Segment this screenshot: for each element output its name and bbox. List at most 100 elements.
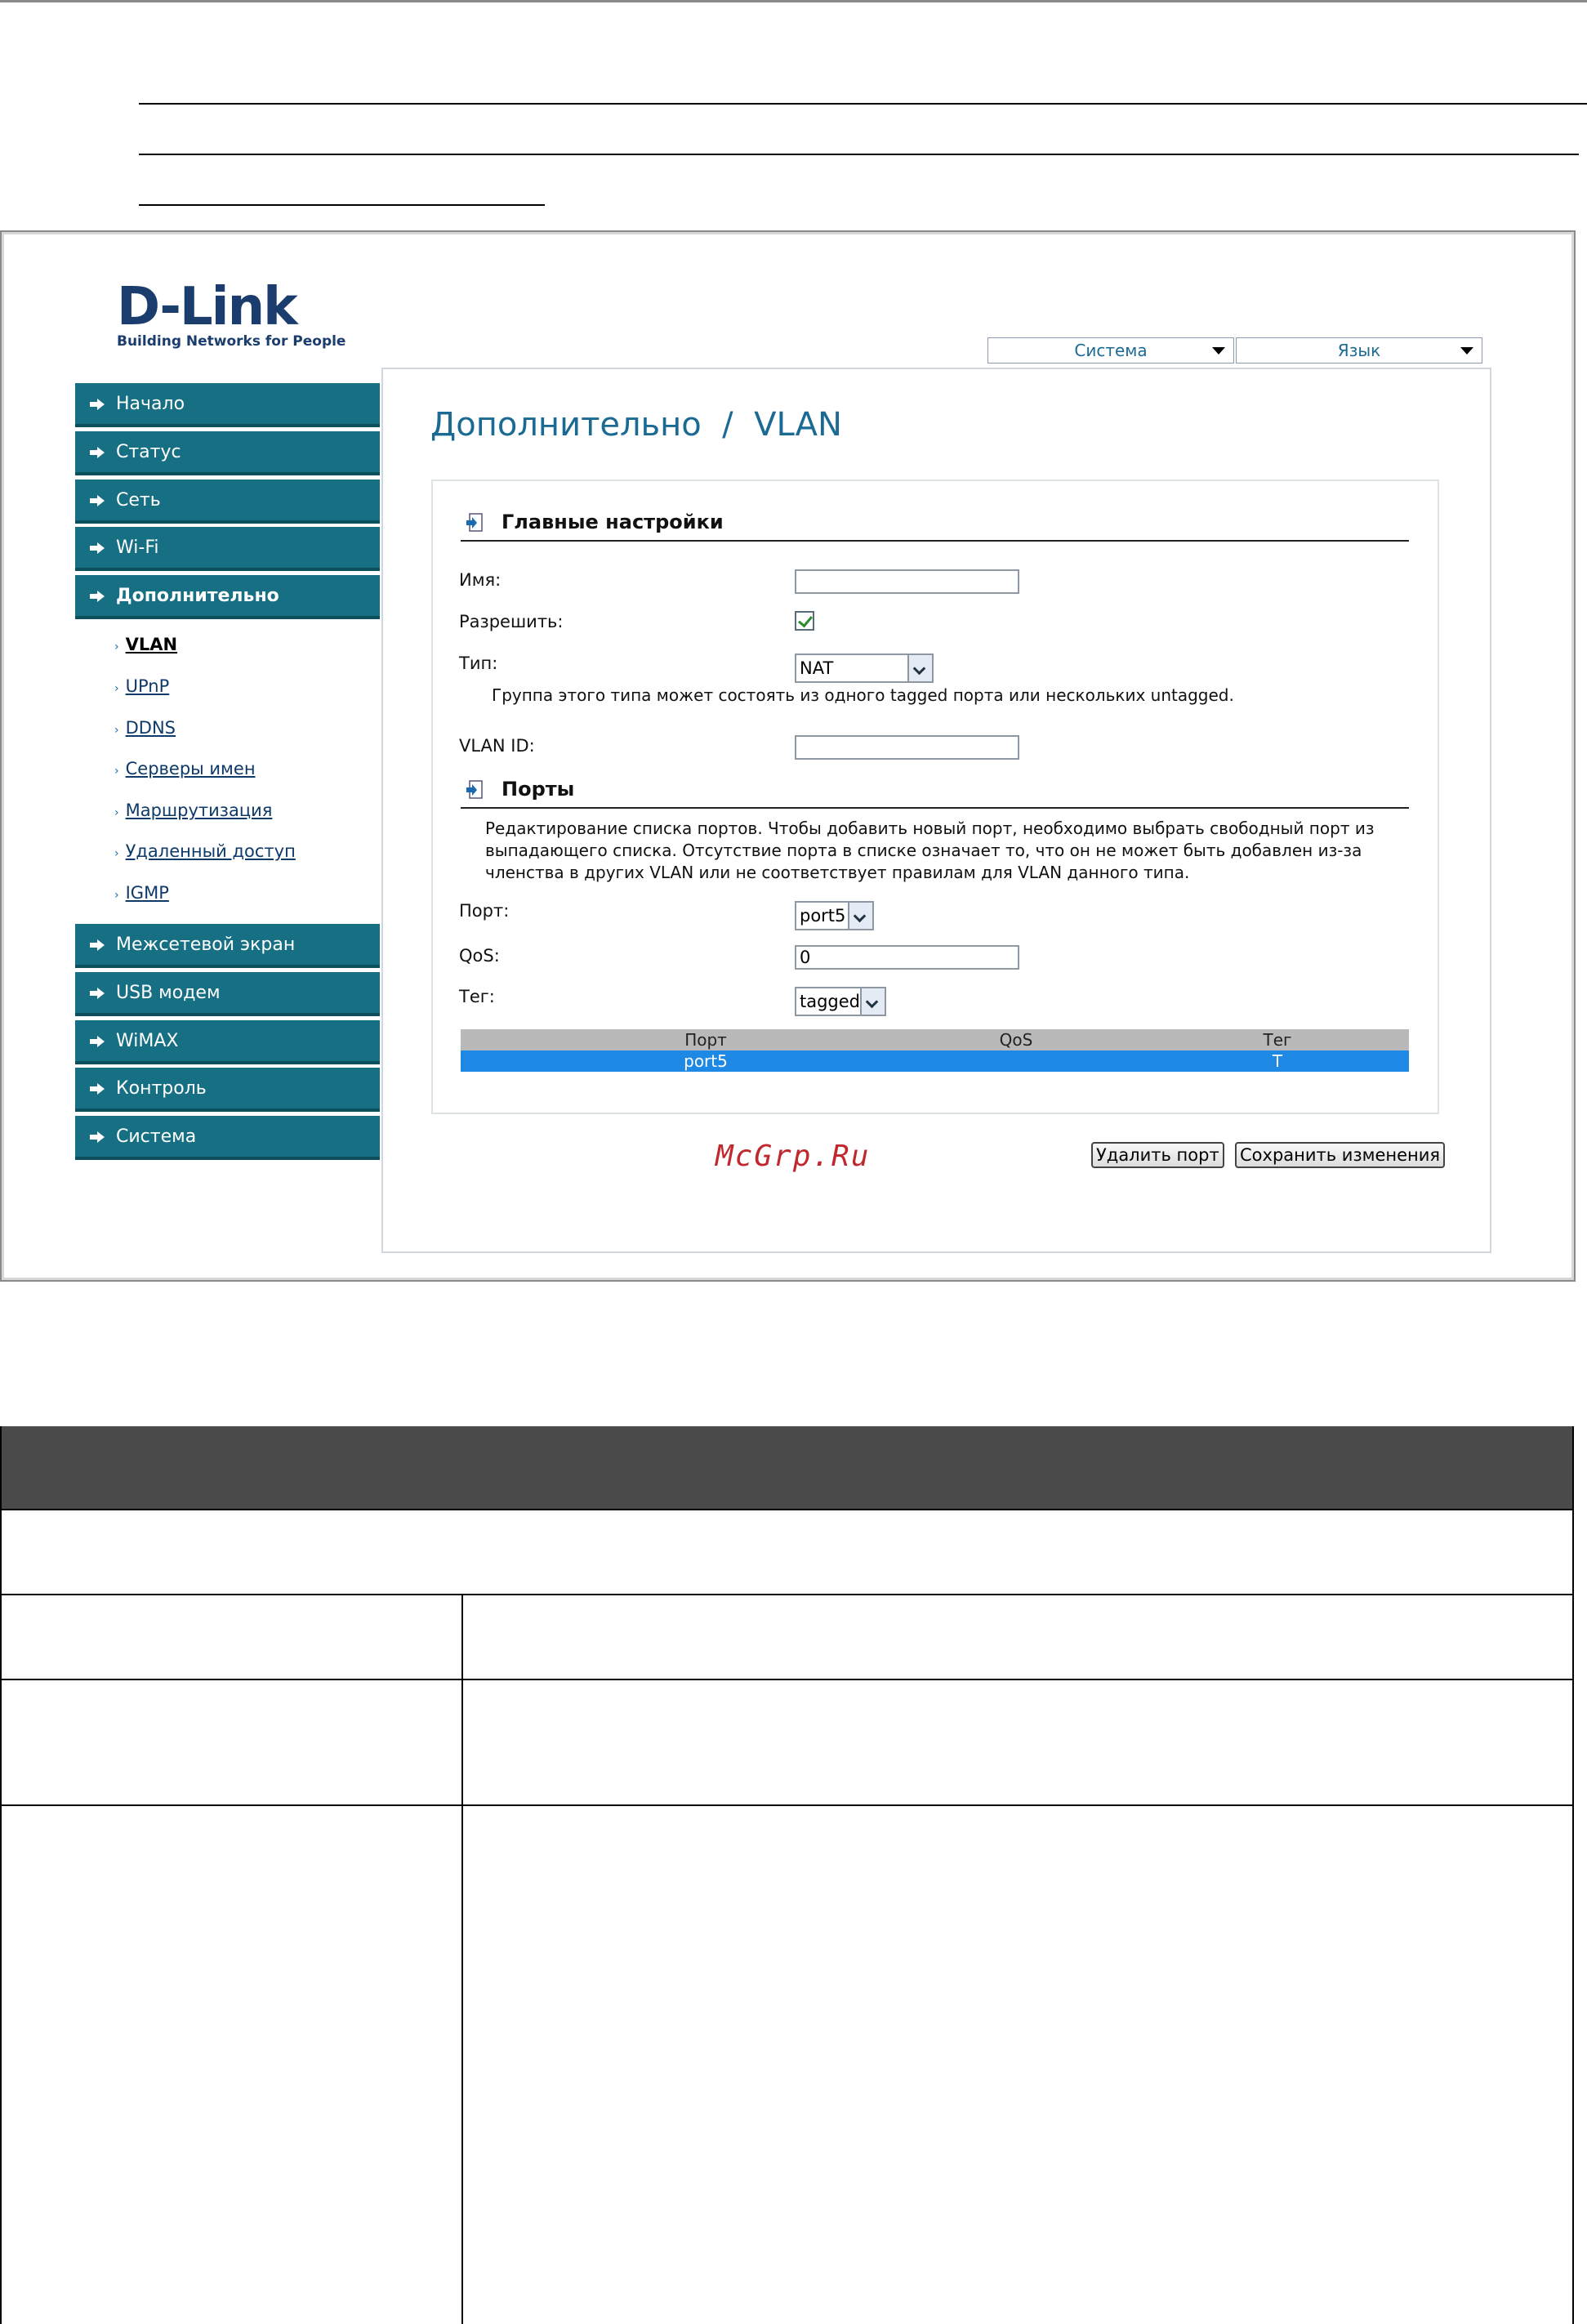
document-arrow-icon — [466, 780, 483, 799]
sidebar-item-wifi[interactable]: Wi-Fi — [75, 527, 380, 571]
dlink-logo: D-Link Building Networks for People — [117, 281, 345, 350]
subnav-link[interactable]: UPnP — [126, 676, 170, 696]
port-select-value: port5 — [800, 906, 846, 926]
port-select[interactable]: port5 — [795, 901, 874, 930]
chevron-down-icon — [860, 988, 885, 1015]
subnav-vlan[interactable]: › VLAN — [114, 635, 177, 654]
subnav-dns-servers[interactable]: › Серверы имен — [114, 759, 256, 778]
sidebar-item-label: Контроль — [116, 1077, 207, 1099]
table-border — [0, 1509, 1574, 1510]
sidebar-item-home[interactable]: Начало — [75, 383, 380, 427]
column-header: QoS — [999, 1030, 1033, 1050]
sidebar-item-system[interactable]: Система — [75, 1116, 380, 1160]
sidebar-item-label: Начало — [116, 393, 185, 414]
ports-table-header: Порт QoS Тег — [461, 1029, 1409, 1050]
type-select-value: NAT — [800, 658, 834, 678]
sidebar-item-label: Статус — [116, 441, 181, 462]
sidebar-item-network[interactable]: Сеть — [75, 480, 380, 524]
sidebar-item-label: Межсетевой экран — [116, 934, 296, 955]
bullet-icon: › — [114, 765, 119, 778]
subnav-routing[interactable]: › Маршрутизация — [114, 801, 272, 820]
document-top-rule — [0, 0, 1587, 2]
vlanid-label: VLAN ID: — [459, 736, 535, 756]
type-select[interactable]: NAT — [795, 653, 934, 683]
arrow-right-icon — [90, 399, 105, 410]
subnav-ddns[interactable]: › DDNS — [114, 718, 176, 738]
sidebar-item-firewall[interactable]: Межсетевой экран — [75, 924, 380, 968]
qos-input[interactable]: 0 — [795, 945, 1019, 970]
enable-label: Разрешить: — [459, 612, 564, 631]
subnav-link[interactable]: DDNS — [126, 718, 176, 738]
sidebar-item-label: WiMAX — [116, 1030, 179, 1051]
table-cell-tag: T — [1272, 1051, 1283, 1071]
table-border — [0, 1679, 1574, 1680]
document-rule — [139, 154, 1579, 155]
sidebar-item-label: USB модем — [116, 982, 221, 1003]
subnav-link[interactable]: Серверы имен — [126, 759, 256, 778]
chevron-down-icon — [848, 903, 872, 929]
section-heading-ports: Порты — [502, 778, 575, 801]
subnav-link[interactable]: Удаленный доступ — [126, 841, 296, 861]
sidebar-item-advanced[interactable]: Дополнительно — [75, 575, 380, 619]
document-rule — [139, 103, 1587, 105]
name-input[interactable] — [795, 569, 1019, 594]
delete-port-button[interactable]: Удалить порт — [1091, 1142, 1224, 1168]
document-rule — [139, 204, 545, 206]
chevron-down-icon — [907, 655, 932, 681]
language-menu-label: Язык — [1337, 341, 1381, 360]
vlanid-input[interactable] — [795, 735, 1019, 760]
arrow-right-icon — [90, 591, 105, 602]
bullet-icon: › — [114, 640, 119, 653]
sidebar-item-wimax[interactable]: WiMAX — [75, 1020, 380, 1064]
bullet-icon: › — [114, 682, 119, 695]
table-row[interactable]: port5 T — [461, 1050, 1409, 1072]
language-menu-select[interactable]: Язык — [1236, 337, 1482, 364]
column-header: Порт — [684, 1030, 727, 1050]
page-title: Дополнительно / VLAN — [430, 406, 842, 444]
arrow-right-icon — [90, 939, 105, 951]
subnav-upnp[interactable]: › UPnP — [114, 676, 169, 696]
sidebar-item-control[interactable]: Контроль — [75, 1068, 380, 1112]
enable-checkbox[interactable] — [795, 611, 814, 631]
arrow-right-icon — [90, 988, 105, 999]
system-menu-label: Система — [1074, 341, 1148, 360]
table-border — [0, 1804, 1574, 1806]
document-arrow-icon — [466, 513, 483, 532]
port-label: Порт: — [459, 901, 510, 921]
sidebar-item-label: Сеть — [116, 489, 161, 511]
subnav-igmp[interactable]: › IGMP — [114, 883, 169, 903]
table-border — [461, 1594, 463, 2324]
table-border — [1572, 1426, 1574, 2324]
chevron-down-icon — [1212, 347, 1225, 355]
bullet-icon: › — [114, 806, 119, 819]
bullet-icon: › — [114, 724, 119, 737]
sidebar-item-label: Wi-Fi — [116, 537, 159, 558]
tag-select[interactable]: tagged — [795, 987, 886, 1016]
sidebar-item-label: Дополнительно — [116, 585, 279, 606]
bullet-icon: › — [114, 889, 119, 902]
chevron-down-icon — [1460, 347, 1473, 355]
logo-tagline: Building Networks for People — [117, 333, 346, 350]
tag-label: Тег: — [459, 987, 495, 1006]
sidebar-item-status[interactable]: Статус — [75, 431, 380, 475]
document-table-header — [0, 1426, 1574, 1509]
save-changes-button[interactable]: Сохранить изменения — [1235, 1142, 1446, 1168]
subnav-link[interactable]: Маршрутизация — [126, 801, 273, 820]
arrow-right-icon — [90, 447, 105, 458]
type-label: Тип: — [459, 653, 498, 673]
arrow-right-icon — [90, 1036, 105, 1047]
sidebar-item-usb-modem[interactable]: USB модем — [75, 972, 380, 1016]
arrow-right-icon — [90, 495, 105, 506]
table-border — [0, 1594, 1574, 1595]
subnav-link[interactable]: IGMP — [126, 883, 169, 903]
logo-brand: D-Link — [117, 277, 298, 337]
subnav-remote-access[interactable]: › Удаленный доступ — [114, 841, 296, 861]
subnav-link[interactable]: VLAN — [126, 635, 177, 654]
system-menu-select[interactable]: Система — [987, 337, 1234, 364]
section-heading-main: Главные настройки — [502, 511, 724, 533]
arrow-right-icon — [90, 1083, 105, 1095]
arrow-right-icon — [90, 542, 105, 554]
table-border — [0, 1426, 2, 2324]
arrow-right-icon — [90, 1131, 105, 1143]
ports-description: Редактирование списка портов. Чтобы доба… — [485, 819, 1375, 882]
